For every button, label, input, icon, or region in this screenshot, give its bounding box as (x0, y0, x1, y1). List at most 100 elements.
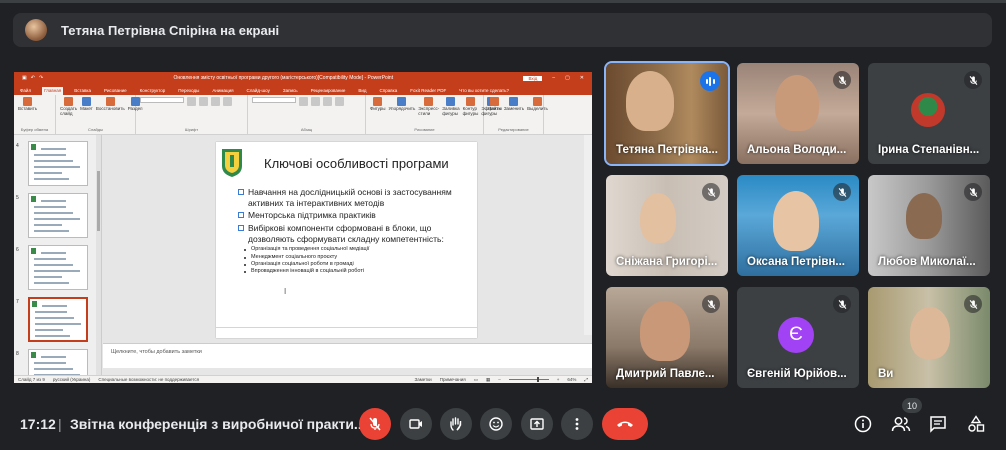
ribbon-dropdown[interactable] (252, 97, 296, 103)
raise-hand-button[interactable] (440, 408, 472, 440)
ribbon-button[interactable]: Восстановить (96, 97, 125, 111)
ribbon-button[interactable]: Упорядочить (389, 97, 415, 111)
zoom-in-icon[interactable]: + (557, 377, 560, 382)
people-icon (891, 417, 911, 432)
ribbon-group-items: Фигуры Упорядочить Экспресс-стили Заливка ф… (370, 97, 502, 116)
thumbnail-text-line (41, 148, 66, 150)
ribbon-dropdown[interactable] (140, 97, 184, 103)
ribbon-button[interactable]: Выделить (527, 97, 548, 111)
shared-screen: ▣ ↶ ↷ Оновлення змісту освітньої програм… (14, 72, 592, 383)
activities-button[interactable] (962, 410, 990, 438)
ribbon-button[interactable]: Контур фигуры (462, 97, 479, 116)
undo-icon[interactable]: ↶ (31, 75, 35, 81)
ribbon-button[interactable]: Найти (488, 97, 501, 111)
ppt-tab[interactable]: Вставка (72, 87, 93, 95)
thumbnail-text-line (41, 252, 66, 254)
slide-thumbnail[interactable] (28, 245, 88, 290)
ppt-tab[interactable]: Слайд-шоу (245, 87, 272, 95)
ppt-tab[interactable]: Что вы хотите сделать? (457, 87, 511, 95)
ppt-tab[interactable]: Конструктор (138, 87, 168, 95)
participant-tile[interactable]: Сніжана Григорі... (606, 175, 728, 276)
participant-tile[interactable]: Є Євгеній Юрійов... (737, 287, 859, 388)
comments-toggle[interactable]: Примечания (440, 377, 466, 382)
format-icon[interactable] (311, 97, 320, 106)
ribbon-button[interactable]: Заливка фигуры (442, 97, 460, 116)
ribbon-button[interactable]: Экспресс-стили (418, 97, 439, 116)
fit-slide-icon[interactable]: ⤢ (584, 377, 588, 382)
ppt-tab[interactable]: Анимация (210, 87, 235, 95)
ppt-tab[interactable]: Справка (378, 87, 400, 95)
people-button[interactable] (887, 410, 915, 438)
chat-button[interactable] (924, 410, 952, 438)
ribbon-button[interactable]: Заменить (504, 97, 524, 111)
meeting-title: Звітна конференція з виробничої практи..… (70, 416, 366, 432)
ppt-signin-button[interactable]: Вхід (523, 75, 543, 81)
slide-scrollbar[interactable] (584, 135, 592, 335)
minimize-icon[interactable]: – (552, 75, 555, 81)
slide-thumbnail[interactable] (28, 141, 88, 186)
ppt-tab[interactable]: Файл (18, 87, 33, 95)
slide-editor: Ключові особливості програми Навчання на… (103, 135, 592, 338)
maximize-icon[interactable]: ▢ (565, 75, 570, 81)
accessibility-indicator[interactable]: Специальные возможности: не поддерживает… (98, 377, 199, 382)
zoom-level[interactable]: 64% (567, 377, 576, 382)
participant-tile[interactable]: Любов Миколаї... (868, 175, 990, 276)
zoom-out-icon[interactable]: – (498, 377, 501, 382)
ribbon-button-label: Контур фигуры (462, 106, 479, 116)
notes-toggle[interactable]: Заметки (414, 377, 431, 382)
participant-tile[interactable]: Ви (868, 287, 990, 388)
present-now-button[interactable] (521, 408, 553, 440)
ppt-tab[interactable]: Запись (281, 87, 300, 95)
thumbnail-logo (31, 144, 36, 150)
ppt-tab[interactable]: Переходы (176, 87, 201, 95)
current-slide[interactable]: Ключові особливості програми Навчання на… (216, 142, 477, 338)
emoji-reaction-button[interactable] (480, 408, 512, 440)
ppt-tab[interactable]: Foxit Reader PDF (408, 87, 448, 95)
slide-thumbnail-row[interactable]: 6 (16, 245, 100, 293)
slide-thumbnail-row[interactable]: 7 (16, 297, 100, 345)
format-icon[interactable] (223, 97, 232, 106)
slide-thumbnail[interactable] (28, 193, 88, 238)
slide-sub-bullet: Впровадження інновацій в соціальній робо… (238, 268, 468, 275)
format-icon[interactable] (335, 97, 344, 106)
ppt-tab[interactable]: Рецензирование (309, 87, 348, 95)
bullet-square-icon (238, 224, 244, 231)
participant-tile[interactable]: Тетяна Петрівна... (604, 61, 730, 166)
format-icon[interactable] (299, 97, 308, 106)
ribbon-button-icon (373, 97, 383, 106)
save-icon[interactable]: ▣ (22, 75, 27, 81)
slide-thumbnail[interactable] (28, 297, 88, 342)
slide-bullet-text: Вибіркові компоненти сформовані в блоки,… (248, 222, 444, 244)
participant-tile[interactable]: Ірина Степанівн... (868, 63, 990, 164)
ribbon-button[interactable]: Макет (80, 97, 93, 111)
close-icon[interactable]: ✕ (580, 75, 584, 81)
participant-tile[interactable]: Дмитрий Павле... (606, 287, 728, 388)
camera-toggle-button[interactable] (400, 408, 432, 440)
ribbon-button[interactable]: Фигуры (370, 97, 386, 111)
slide-thumbnail-row[interactable]: 5 (16, 193, 100, 241)
ppt-tab[interactable]: Вид (356, 87, 368, 95)
mic-toggle-button[interactable] (359, 408, 391, 440)
format-icon[interactable] (323, 97, 332, 106)
slide-thumbnail-row[interactable]: 4 (16, 141, 100, 189)
ppt-tab[interactable]: Главная (42, 87, 64, 95)
ribbon-button[interactable]: Создать слайд (60, 97, 77, 116)
format-icon[interactable] (199, 97, 208, 106)
language-indicator[interactable]: русский (Украина) (53, 377, 91, 382)
ppt-tab[interactable]: Рисование (102, 87, 129, 95)
participant-tile[interactable]: Альона Володи... (737, 63, 859, 164)
leave-call-button[interactable] (602, 408, 648, 440)
format-icon[interactable] (187, 97, 196, 106)
meeting-details-button[interactable] (849, 410, 877, 438)
end-call-icon (617, 421, 633, 427)
sorter-view-icon[interactable]: ▦ (486, 377, 490, 383)
notes-pane[interactable]: Щелкните, чтобы добавить заметки (103, 343, 592, 368)
zoom-slider[interactable] (508, 377, 549, 382)
ribbon-button[interactable]: Вставить (18, 97, 37, 111)
ribbon-button-icon (105, 97, 115, 106)
participant-tile[interactable]: Оксана Петрівн... (737, 175, 859, 276)
ribbon-group-caption: Буфер обмена (20, 127, 49, 132)
more-options-button[interactable] (561, 408, 593, 440)
normal-view-icon[interactable]: ▭ (474, 377, 478, 383)
format-icon[interactable] (211, 97, 220, 106)
